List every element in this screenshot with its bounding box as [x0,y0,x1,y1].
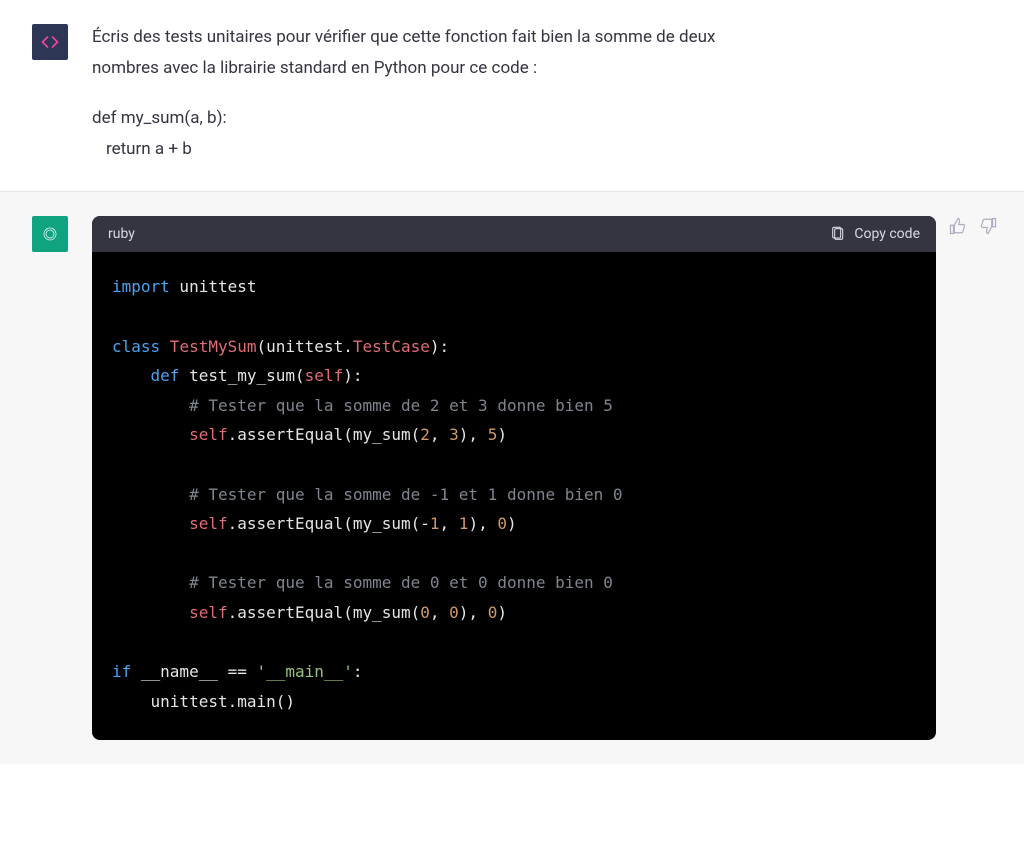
clipboard-icon [830,226,846,242]
user-line-1: Écris des tests unitaires pour vérifier … [92,24,992,51]
code-icon [40,32,60,52]
user-line-2: nombres avec la librairie standard en Py… [92,55,992,82]
thumbs-up-button[interactable] [948,216,968,236]
thumbs-down-button[interactable] [978,216,998,236]
thumbs-up-icon [949,217,967,235]
code-block: ruby Copy code import unittest class Tes… [92,216,936,740]
code-language-label: ruby [108,226,135,242]
code-header: ruby Copy code [92,216,936,252]
openai-icon [40,224,60,244]
user-code-line-1: def my_sum(a, b): [92,105,992,132]
code-content: import unittest class TestMySum(unittest… [92,252,936,740]
user-text: Écris des tests unitaires pour vérifier … [92,24,992,167]
copy-code-label: Copy code [854,226,920,242]
feedback-buttons [948,216,998,236]
thumbs-down-icon [979,217,997,235]
copy-code-button[interactable]: Copy code [830,226,920,242]
assistant-message: ruby Copy code import unittest class Tes… [0,191,1024,764]
user-code-line-2: return a + b [92,136,992,163]
assistant-avatar [32,216,68,252]
assistant-body: ruby Copy code import unittest class Tes… [92,216,992,740]
user-message: Écris des tests unitaires pour vérifier … [0,0,1024,191]
user-avatar [32,24,68,60]
